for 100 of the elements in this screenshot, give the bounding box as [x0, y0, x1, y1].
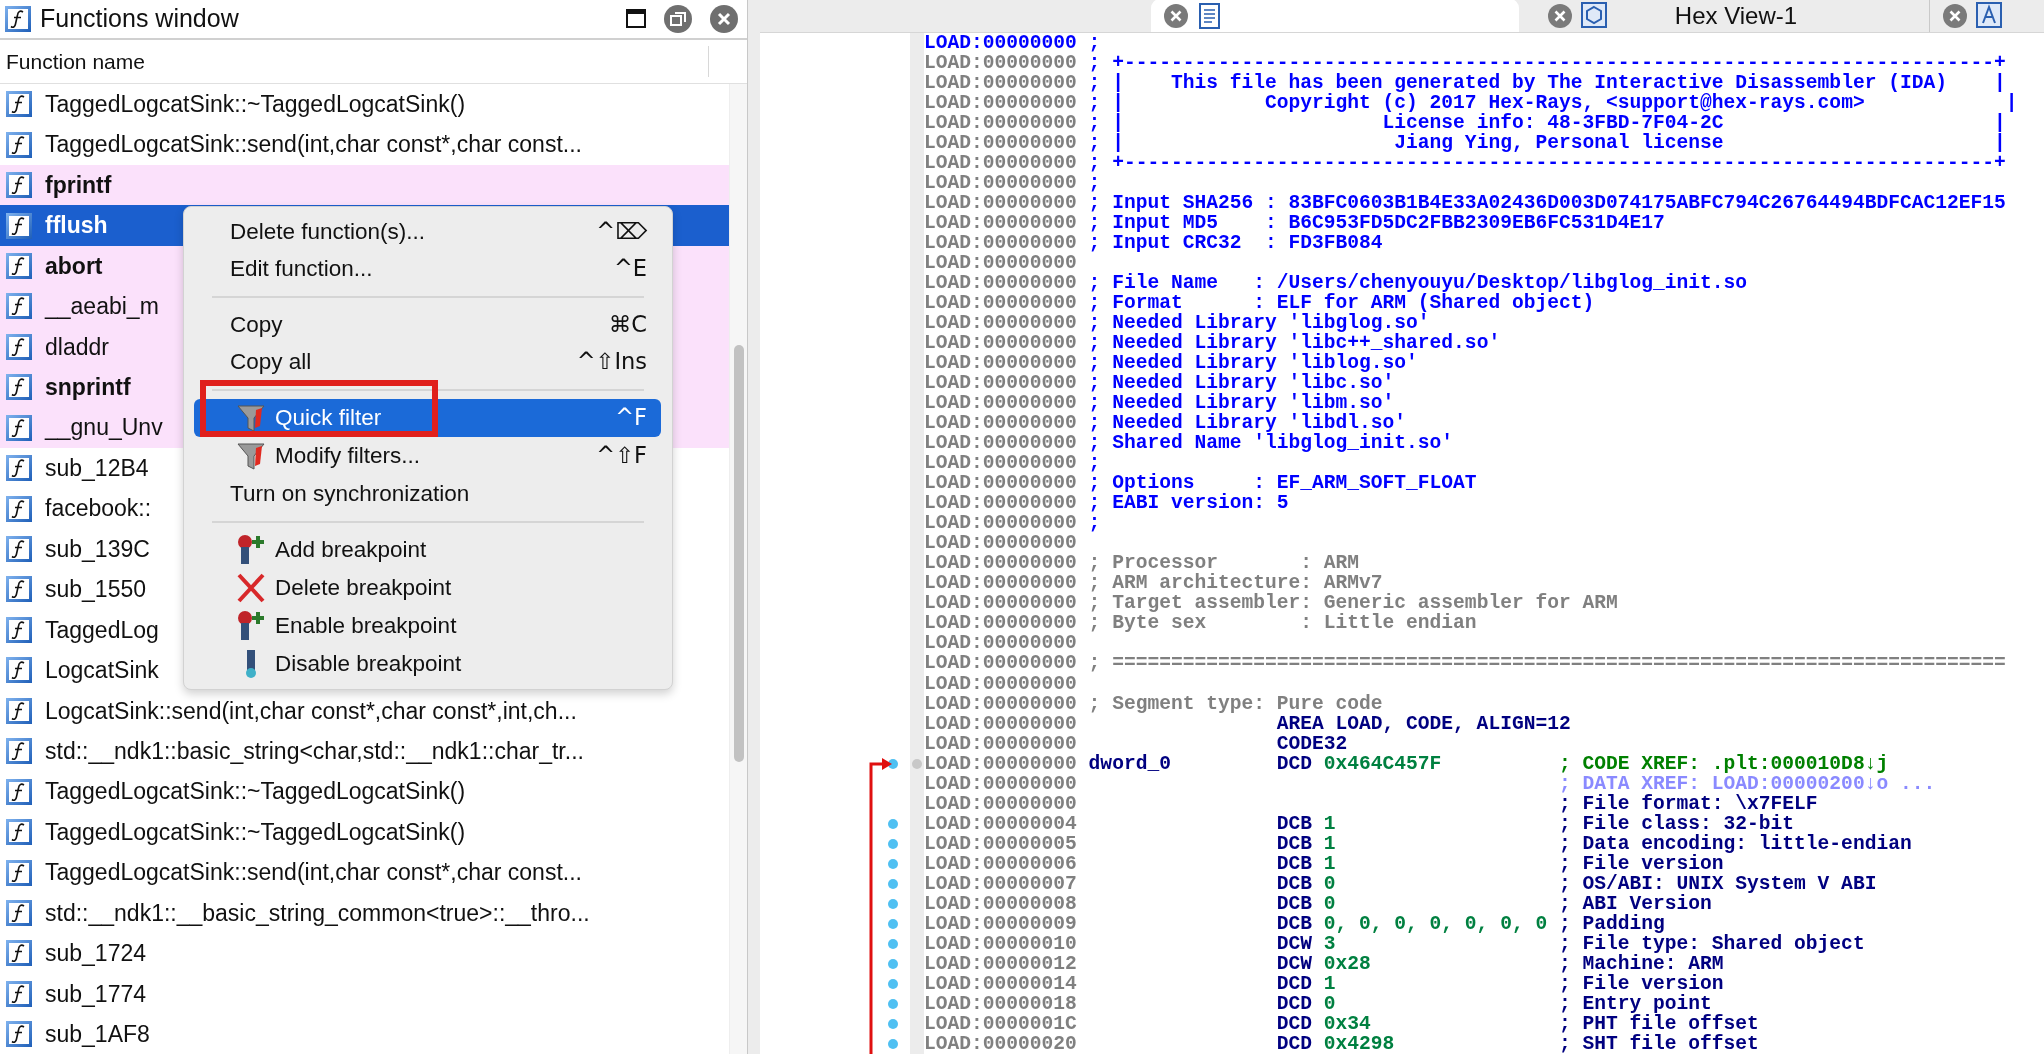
function-name: __gnu_Unv	[45, 413, 163, 443]
address-text: LOAD:00000006	[924, 852, 1077, 875]
address-text: LOAD:00000000	[924, 372, 1077, 395]
mnemonic-text: DCD	[1276, 752, 1312, 775]
shortcut-text: ^E	[613, 253, 647, 283]
shortcut-text: ^⇧Ins	[576, 346, 647, 376]
comment-text: ;	[1088, 33, 1101, 54]
address-text: LOAD:00000000	[924, 312, 1077, 335]
operand-text: 1	[1323, 852, 1336, 875]
function-name: dladdr	[45, 332, 109, 362]
shortcut-text: ⌘C	[608, 309, 647, 339]
comment-text: ; Input SHA256 : 83BFC0603B1B4E33A02436D003D074175ABFC794C26764494BDFCAC12EF15	[1088, 192, 2006, 215]
address-text: LOAD:00000000	[924, 292, 1077, 315]
comment-text: ; | Jiang Ying, Personal license |	[1088, 132, 2006, 155]
address-text: LOAD:00000000	[924, 732, 1077, 755]
comment-text: ; EABI version: 5	[1088, 492, 1289, 515]
address-text: LOAD:00000000	[924, 52, 1077, 74]
address-text: LOAD:00000000	[924, 352, 1077, 375]
mnemonic-text: DCB	[1276, 892, 1312, 915]
comment-text: ; +--------------------------------------------------------------------------+	[1088, 152, 2006, 175]
comment-text: ; Segment type: Pure code	[1088, 692, 1383, 715]
comment-text: ; Machine: ARM	[1558, 952, 1724, 975]
address-text: LOAD:00000000	[924, 232, 1077, 255]
function-name: TaggedLogcatSink::~TaggedLogcatSink()	[45, 89, 466, 119]
address-text: LOAD:00000000	[924, 252, 1077, 275]
function-name: fflush	[45, 211, 108, 241]
comment-text: ;	[1088, 172, 1101, 195]
mnemonic-text: DCW	[1276, 932, 1312, 955]
function-name: sub_139C	[45, 534, 150, 564]
function-name: facebook::	[45, 494, 152, 524]
address-text: LOAD:00000000	[924, 592, 1077, 615]
mnemonic-text: DCD	[1276, 1012, 1312, 1035]
function-name: TaggedLogcatSink::send(int,char const*,char const...	[45, 130, 582, 160]
address-text: LOAD:00000000	[924, 652, 1077, 675]
function-name: std::__ndk1::__basic_string_common<true>::__thro...	[45, 898, 590, 928]
address-text: LOAD:00000020	[924, 1032, 1077, 1054]
comment-text: ; File Name : /Users/chenyouyu/Desktop/libglog_init.so	[1088, 272, 1748, 295]
mnemonic-text: CODE32	[1276, 732, 1348, 755]
address-text: LOAD:00000018	[924, 992, 1077, 1015]
comment-text: ; Input CRC32 : FD3FB084	[1088, 232, 1383, 255]
function-name: sub_1550	[45, 575, 147, 605]
mnemonic-text: DCD	[1276, 992, 1312, 1015]
function-name: TaggedLog	[45, 615, 159, 645]
address-text: LOAD:00000000	[924, 392, 1077, 415]
address-text: LOAD:00000000	[924, 792, 1077, 815]
operand-text: 0, 0, 0, 0, 0, 0, 0	[1323, 912, 1548, 935]
comment-text: ; Padding	[1558, 912, 1665, 935]
address-text: LOAD:00000000	[924, 612, 1077, 635]
label-text: dword_0	[1088, 753, 1172, 774]
function-name: TaggedLogcatSink::~TaggedLogcatSink()	[45, 777, 466, 807]
address-text: LOAD:00000009	[924, 912, 1077, 935]
address-text: LOAD:00000008	[924, 892, 1077, 915]
comment-text: ; Data encoding: little-endian	[1558, 832, 1912, 855]
address-text: LOAD:00000000	[924, 552, 1077, 575]
operand-text: 0x28	[1323, 952, 1371, 975]
operand-text: 0	[1323, 992, 1336, 1015]
operand-text: 1	[1323, 832, 1336, 855]
comment-text: ; File type: Shared object	[1558, 932, 1865, 955]
address-text: LOAD:00000007	[924, 872, 1077, 895]
shortcut-text: ^⌦	[596, 216, 647, 246]
address-text: LOAD:00000000	[924, 332, 1077, 355]
address-text: LOAD:00000000	[924, 33, 1077, 54]
address-text: LOAD:00000000	[924, 212, 1077, 235]
address-text: LOAD:00000000	[924, 132, 1077, 155]
mnemonic-text: DCD	[1276, 972, 1312, 995]
function-name: sub_12B4	[45, 453, 149, 483]
comment-text: ; Shared Name 'libglog_init.so'	[1088, 432, 1454, 455]
address-text: LOAD:00000000	[924, 712, 1077, 735]
comment-text: ;	[1088, 452, 1101, 475]
address-text: LOAD:00000000	[924, 672, 1077, 695]
address-text: LOAD:00000000	[924, 172, 1077, 195]
address-text: LOAD:00000000	[924, 752, 1077, 775]
function-name: std::__ndk1::basic_string<char,std::__ndk1::char_tr...	[45, 736, 584, 766]
function-name: sub_1724	[45, 939, 147, 969]
address-text: LOAD:00000000	[924, 772, 1077, 795]
mnemonic-text: DCB	[1276, 852, 1312, 875]
operand-text: 1	[1323, 972, 1336, 995]
function-name: TaggedLogcatSink::send(int,char const*,char const...	[45, 858, 582, 888]
shortcut-text: ^⇧F	[596, 441, 647, 471]
address-text: LOAD:00000004	[924, 812, 1077, 835]
function-name: __aeabi_m	[45, 292, 159, 322]
mnemonic-text: DCB	[1276, 832, 1312, 855]
address-text: LOAD:00000000	[924, 272, 1077, 295]
address-text: LOAD:00000000	[924, 412, 1077, 435]
address-text: LOAD:00000000	[924, 192, 1077, 215]
address-text: LOAD:00000000	[924, 432, 1077, 455]
comment-text: ; File version	[1558, 972, 1724, 995]
comment-text: ;	[1088, 512, 1101, 535]
address-text: LOAD:00000000	[924, 452, 1077, 475]
mnemonic-text: AREA LOAD, CODE, ALIGN=12	[1276, 712, 1571, 735]
shortcut-text: ^F	[615, 403, 647, 433]
comment-text: ; ABI Version	[1558, 892, 1712, 915]
comment-text: ; Input MD5 : B6C953FD5DC2FBB2309EB6FC531D4E17	[1088, 212, 1665, 235]
address-text: LOAD:00000000	[924, 692, 1077, 715]
address-text: LOAD:00000000	[924, 152, 1077, 175]
operand-text: 0x4298	[1323, 1032, 1395, 1054]
comment-text: ; +--------------------------------------------------------------------------+	[1088, 52, 2006, 74]
function-name: LogcatSink	[45, 656, 159, 686]
address-text: LOAD:00000010	[924, 932, 1077, 955]
column-title: Function name	[5, 48, 145, 75]
